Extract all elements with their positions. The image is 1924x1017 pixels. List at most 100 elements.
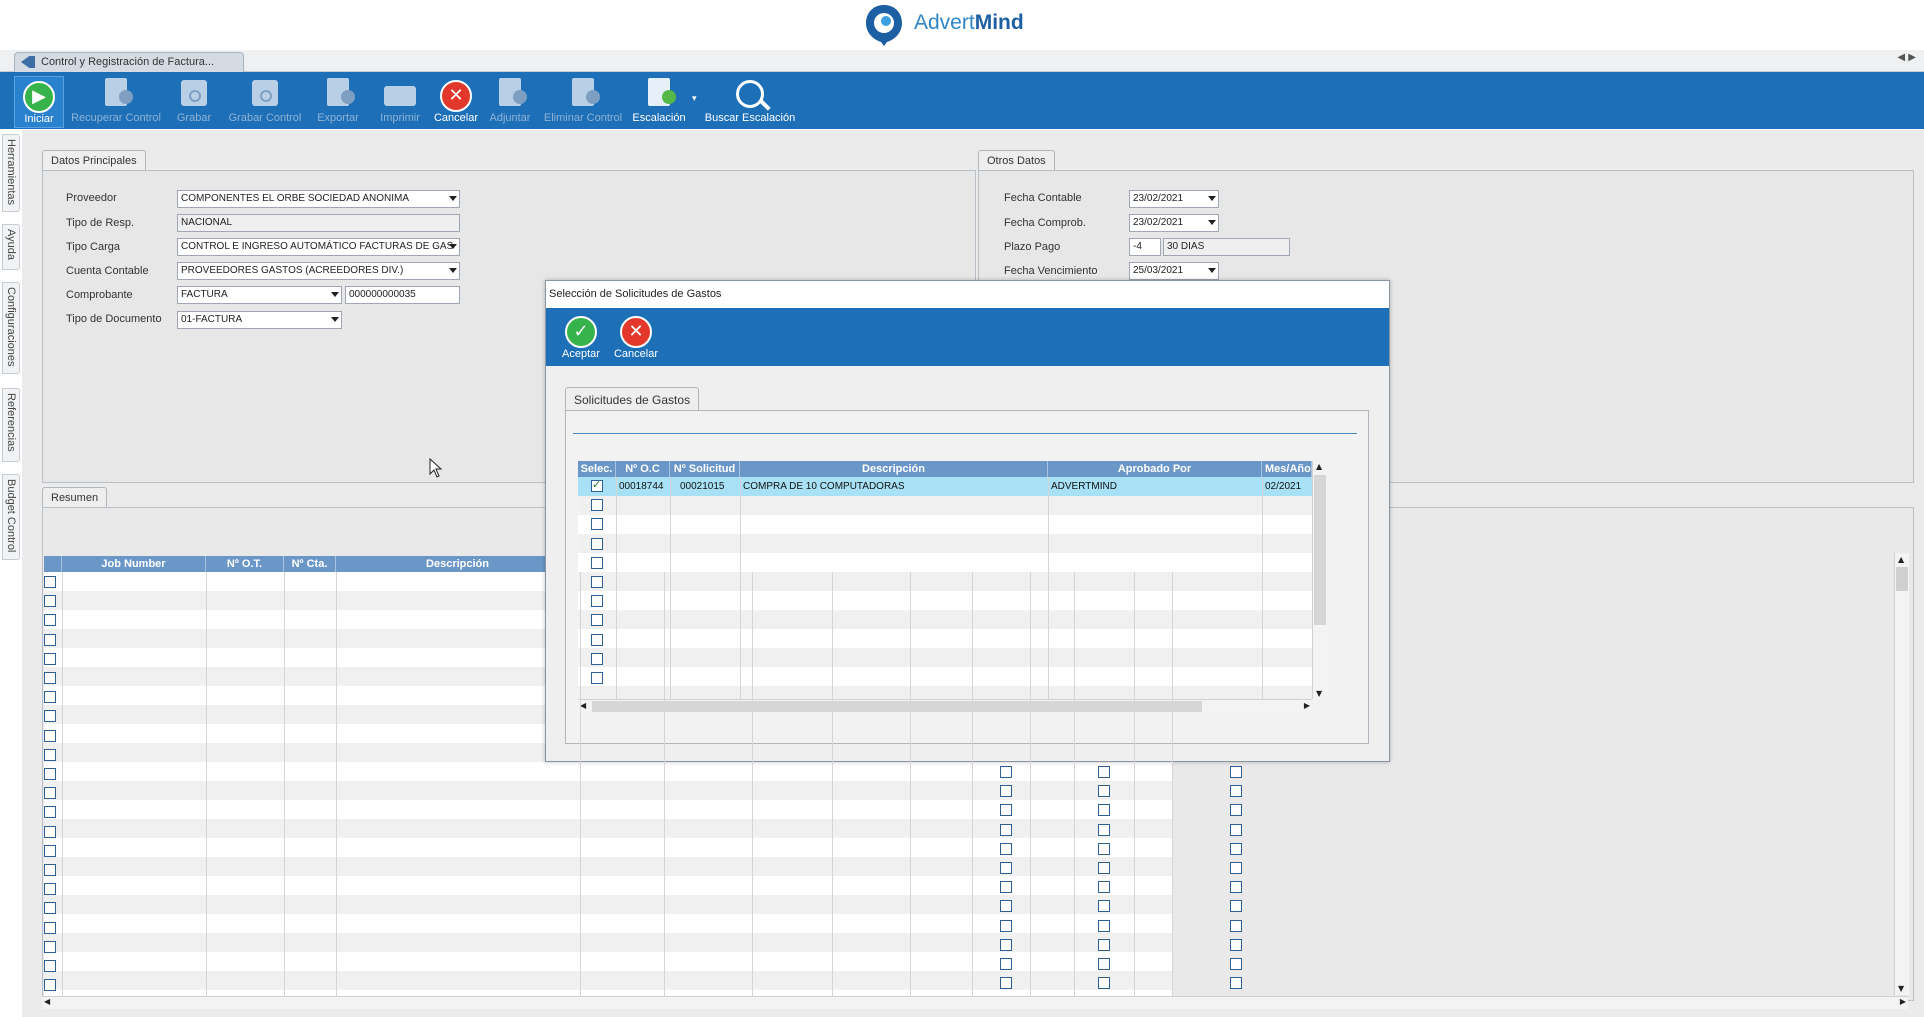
row-checkbox[interactable]	[1230, 804, 1242, 817]
row-checkbox[interactable]	[591, 633, 603, 646]
row-checkbox[interactable]	[44, 768, 56, 780]
tab-prev-icon[interactable]: ◀	[1897, 52, 1905, 63]
row-checkbox[interactable]	[44, 787, 56, 800]
escalation-dropdown-icon[interactable]: ▾	[692, 94, 697, 104]
row-checkbox[interactable]	[591, 595, 603, 608]
scroll-right-icon[interactable]: ▶	[1900, 997, 1906, 1006]
fecha-contable-picker[interactable]: 23/02/2021	[1129, 190, 1219, 208]
tab-next-icon[interactable]: ▶	[1908, 52, 1916, 63]
row-checkbox[interactable]	[1230, 977, 1242, 990]
row-checkbox[interactable]	[591, 652, 603, 665]
fecha-comprob-picker[interactable]: 23/02/2021	[1129, 214, 1219, 232]
tab-resumen[interactable]: Resumen	[42, 487, 108, 508]
row-checkbox[interactable]	[44, 595, 56, 608]
col-aprobado-por[interactable]: Aprobado Por	[1048, 461, 1262, 477]
row-checkbox[interactable]	[44, 883, 56, 896]
row-checkbox[interactable]	[1098, 919, 1110, 932]
row-checkbox[interactable]	[1098, 842, 1110, 855]
row-checkbox[interactable]	[44, 921, 56, 934]
row-checkbox[interactable]	[1000, 785, 1012, 798]
row-checkbox[interactable]	[1230, 900, 1242, 913]
resumen-vertical-scrollbar[interactable]: ▲ ▼	[1894, 553, 1909, 995]
row-checkbox[interactable]	[44, 979, 56, 992]
row-checkbox[interactable]	[44, 576, 56, 588]
row-checkbox[interactable]	[1230, 785, 1242, 798]
row-checkbox[interactable]	[1230, 919, 1242, 932]
solicitudes-vertical-scrollbar[interactable]: ▲ ▼	[1312, 461, 1327, 699]
scroll-up-icon[interactable]: ▲	[1898, 555, 1904, 564]
start-button[interactable]: ▶ Iniciar	[14, 76, 64, 128]
side-tab-referencias[interactable]: Referencias	[2, 388, 20, 462]
row-checkbox[interactable]	[1000, 881, 1012, 894]
row-select-checkbox[interactable]	[591, 478, 603, 492]
fecha-vencimiento-picker[interactable]: 25/03/2021	[1129, 262, 1219, 280]
escalation-button[interactable]: Escalación	[630, 76, 688, 126]
scroll-up-icon[interactable]: ▲	[1316, 462, 1322, 471]
side-tab-ayuda[interactable]: Ayuda	[2, 224, 20, 270]
save-control-button[interactable]: Grabar Control	[224, 76, 306, 126]
row-checkbox[interactable]	[1230, 958, 1242, 970]
row-checkbox[interactable]	[1098, 823, 1110, 836]
row-checkbox[interactable]	[1000, 919, 1012, 932]
row-checkbox[interactable]	[591, 672, 603, 684]
accept-button[interactable]: ✓ Aceptar	[559, 312, 603, 362]
cuenta-contable-select[interactable]: PROVEEDORES GASTOS (ACREEDORES DIV.)	[177, 262, 460, 280]
row-checkbox[interactable]	[591, 499, 603, 512]
row-checkbox[interactable]	[1098, 804, 1110, 817]
export-button[interactable]: Exportar	[310, 76, 366, 126]
plazo-pago-input[interactable]: -4	[1129, 238, 1161, 256]
delete-control-button[interactable]: Eliminar Control	[540, 76, 626, 126]
tab-datos-principales[interactable]: Datos Principales	[42, 150, 146, 171]
row-checkbox[interactable]	[44, 960, 56, 972]
row-checkbox[interactable]	[591, 518, 603, 531]
row-checkbox[interactable]	[44, 691, 56, 704]
row-checkbox[interactable]	[1098, 958, 1110, 970]
col-mes-anio[interactable]: Mes/Año	[1262, 461, 1312, 477]
scroll-thumb[interactable]	[1896, 567, 1908, 591]
comprobante-select[interactable]: FACTURA	[177, 286, 342, 304]
row-checkbox[interactable]	[44, 633, 56, 646]
row-checkbox[interactable]	[44, 806, 56, 819]
row-checkbox[interactable]	[1098, 938, 1110, 951]
dialog-titlebar[interactable]: Selección de Solicitudes de Gastos	[546, 281, 1389, 309]
recover-control-button[interactable]: Recuperar Control	[68, 76, 164, 126]
scroll-thumb[interactable]	[1314, 475, 1326, 625]
cancel-button[interactable]: ✕ Cancelar	[430, 76, 482, 126]
resumen-horizontal-scrollbar[interactable]: ◀ ▶	[42, 996, 1908, 1009]
row-checkbox[interactable]	[591, 537, 603, 550]
scroll-down-icon[interactable]: ▼	[1898, 984, 1904, 993]
save-button[interactable]: Grabar	[170, 76, 218, 126]
row-checkbox[interactable]	[1098, 900, 1110, 913]
row-checkbox[interactable]	[44, 614, 56, 627]
col-job-number[interactable]: Job Number	[62, 556, 206, 572]
col-selec[interactable]: Selec.	[578, 461, 616, 477]
tab-otros-datos[interactable]: Otros Datos	[978, 150, 1055, 171]
row-checkbox[interactable]	[1230, 823, 1242, 836]
row-checkbox[interactable]	[1098, 977, 1110, 990]
solicitudes-horizontal-scrollbar[interactable]: ◀ ▶	[578, 699, 1312, 714]
row-checkbox[interactable]	[1230, 938, 1242, 951]
tab-solicitudes-gastos[interactable]: Solicitudes de Gastos	[565, 387, 700, 410]
side-tab-budget-control[interactable]: Budget Control	[2, 474, 20, 560]
proveedor-select[interactable]: COMPONENTES EL ORBE SOCIEDAD ANONIMA	[177, 190, 460, 208]
row-checkbox[interactable]	[1000, 804, 1012, 817]
row-checkbox[interactable]	[591, 614, 603, 627]
tipo-documento-select[interactable]: 01-FACTURA	[177, 311, 342, 329]
row-checkbox[interactable]	[1000, 900, 1012, 913]
row-checkbox[interactable]	[1098, 881, 1110, 894]
row-checkbox[interactable]	[1098, 785, 1110, 798]
row-checkbox[interactable]	[44, 652, 56, 665]
row-checkbox[interactable]	[1000, 766, 1012, 778]
side-tab-herramientas[interactable]: Herramientas	[2, 134, 20, 212]
row-checkbox[interactable]	[44, 710, 56, 723]
row-checkbox[interactable]	[1000, 958, 1012, 970]
row-checkbox[interactable]	[1000, 862, 1012, 874]
row-checkbox[interactable]	[1000, 842, 1012, 855]
row-checkbox[interactable]	[44, 748, 56, 761]
row-checkbox[interactable]	[1230, 881, 1242, 894]
scroll-left-icon[interactable]: ◀	[44, 997, 50, 1006]
attach-button[interactable]: Adjuntar	[486, 76, 534, 126]
tipo-carga-select[interactable]: CONTROL E INGRESO AUTOMÁTICO FACTURAS DE…	[177, 238, 460, 256]
row-checkbox[interactable]	[591, 576, 603, 588]
row-checkbox[interactable]	[44, 940, 56, 953]
